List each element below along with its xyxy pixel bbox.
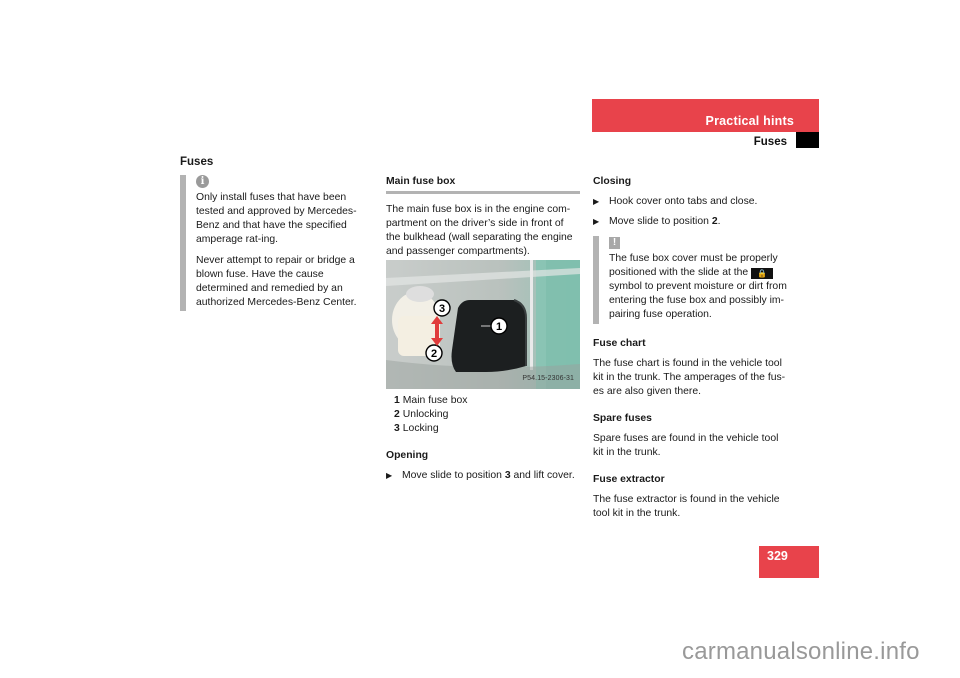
opening-step: ▶ Move slide to position 3 and lift cove…: [386, 470, 575, 481]
page-title: Fuses: [180, 156, 214, 168]
warning-text: The fuse box cover must be properly posi…: [609, 253, 787, 320]
bullet-arrow-icon: ▶: [593, 217, 600, 226]
svg-text:3: 3: [439, 303, 445, 315]
callout-3: 3: [433, 299, 451, 317]
svg-text:2: 2: [431, 348, 437, 360]
spare-fuses-text: Spare fuses are found in the vehicle too…: [593, 433, 779, 458]
legend-item: 2 Unlocking: [394, 409, 449, 420]
closing-heading: Closing: [593, 176, 632, 187]
fuse-chart-text: The fuse chart is found in the vehicle t…: [593, 358, 786, 397]
info-note-paragraph: Only install fuses that have been tested…: [196, 192, 357, 245]
note-bar: [593, 236, 599, 324]
photo-code: P54.15-2306-31: [522, 375, 574, 382]
info-note-paragraph: Never attempt to repair or bridge a blow…: [196, 255, 357, 308]
watermark: carmanualsonline.info: [682, 638, 920, 665]
page-number-box: 329: [759, 546, 819, 578]
warning-note: ! The fuse box cover must be properly po…: [593, 236, 789, 324]
callout-2: 2: [425, 344, 443, 362]
warning-icon: !: [609, 237, 620, 249]
subsection-marker: [796, 132, 819, 148]
callout-1: 1: [490, 317, 508, 335]
legend-item: 1 Main fuse box: [394, 395, 468, 406]
photo-legend: 1 Main fuse box 2 Unlocking 3 Locking Openi…: [386, 394, 580, 483]
note-bar: [180, 175, 186, 311]
closing-section: Closing ▶ Hook cover onto tabs and close…: [593, 175, 787, 229]
closing-step: ▶ Hook cover onto tabs and close.: [593, 196, 758, 207]
section-header-bar: Practical hints: [592, 99, 819, 132]
legend-item: 3 Locking: [394, 423, 439, 434]
subsection-header: Fuses: [592, 132, 819, 148]
main-fuse-box-intro: The main fuse box is in the engine com-p…: [386, 204, 573, 257]
closing-step: ▶ Move slide to position 2.: [593, 216, 721, 227]
info-icon: i: [196, 175, 209, 188]
engine-compartment-illustration: 1 3 2: [386, 260, 580, 389]
section-title: Practical hints: [705, 114, 794, 128]
fuse-extractor-text: The fuse extractor is found in the vehic…: [593, 494, 780, 519]
fuse-extractor-heading: Fuse extractor: [593, 474, 665, 485]
opening-heading: Opening: [386, 450, 429, 461]
fuse-box-photo: 1 3 2 P54.15-2306-31: [386, 260, 580, 389]
svg-text:1: 1: [496, 321, 502, 333]
main-fuse-box-heading: Main fuse box: [386, 175, 580, 194]
bullet-arrow-icon: ▶: [386, 471, 393, 480]
spare-fuses-heading: Spare fuses: [593, 413, 652, 424]
bullet-arrow-icon: ▶: [593, 197, 600, 206]
fuse-info-sections: Fuse chart The fuse chart is found in th…: [593, 337, 787, 521]
info-note: i Only install fuses that have been test…: [180, 175, 376, 311]
main-fuse-box-section: Main fuse box The main fuse box is in th…: [386, 175, 580, 259]
page-number: 329: [767, 549, 788, 563]
lock-icon: 🔒: [751, 268, 774, 279]
subsection-title: Fuses: [753, 136, 787, 148]
fuse-chart-heading: Fuse chart: [593, 338, 646, 349]
